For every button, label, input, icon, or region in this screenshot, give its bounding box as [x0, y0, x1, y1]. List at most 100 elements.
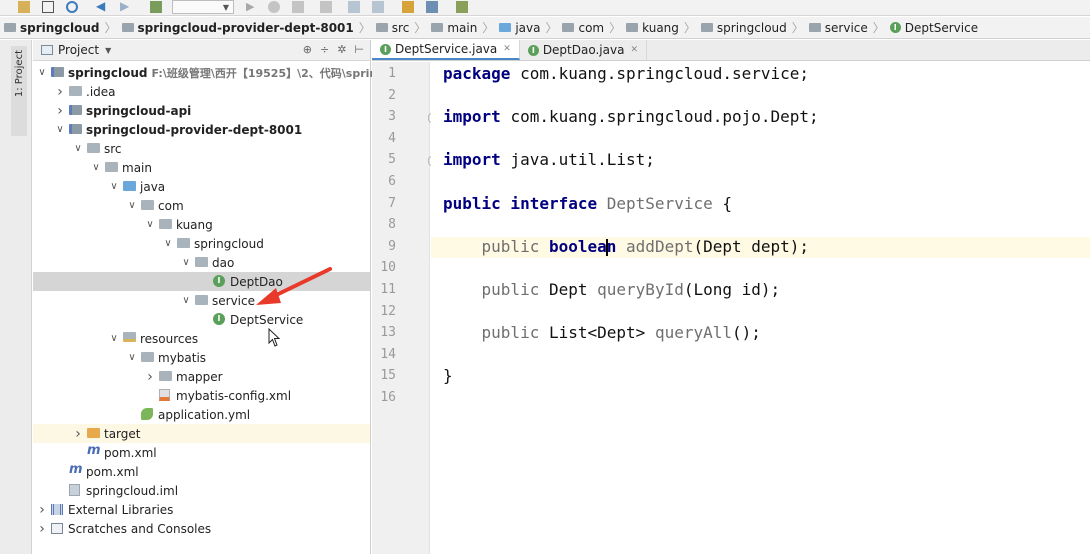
scratches-icon [51, 523, 63, 534]
debug-icon[interactable] [268, 1, 280, 13]
tree-item[interactable]: ∨ src [33, 139, 370, 158]
locate-icon[interactable]: ⊕ [303, 43, 312, 56]
run-icon[interactable]: ▶ [246, 1, 258, 13]
tree-item[interactable]: ∨ mybatis [33, 348, 370, 367]
breadcrumb-label: DeptService [904, 20, 979, 35]
open-icon[interactable] [18, 1, 30, 13]
tree-item[interactable]: ∨ springcloud-provider-dept-8001 [33, 120, 370, 139]
save-icon[interactable] [42, 1, 54, 13]
tree-item[interactable]: ∨ resources [33, 329, 370, 348]
tree-item[interactable]: ∨ java [33, 177, 370, 196]
tree-item[interactable]: › .idea [33, 82, 370, 101]
breadcrumb-item[interactable]: service [808, 21, 868, 35]
line-number: 1 [388, 66, 396, 81]
forward-icon[interactable]: ▶ [120, 0, 132, 13]
module-folder-icon [69, 124, 82, 134]
tree-item[interactable]: I DeptService [33, 310, 370, 329]
libraries-icon [51, 504, 63, 515]
back-icon[interactable]: ◀ [96, 0, 108, 13]
chevron-down-icon[interactable]: ▼ [105, 46, 111, 55]
tree-item[interactable]: › Scratches and Consoles [33, 519, 370, 538]
chevron-right-icon[interactable]: › [37, 521, 47, 537]
chevron-down-icon[interactable]: ∨ [55, 124, 65, 135]
sync-icon[interactable] [66, 1, 78, 13]
vcs-icon[interactable] [402, 1, 414, 13]
tree-item[interactable]: application.yml [33, 405, 370, 424]
structure-icon[interactable] [426, 1, 438, 13]
maven-icon: m [69, 462, 83, 477]
editor-tab[interactable]: I DeptService.java ✕ [372, 40, 520, 60]
breadcrumb-item[interactable]: springcloud-provider-dept-8001 [121, 21, 354, 35]
tree-item[interactable]: ∨ com [33, 196, 370, 215]
tree-item[interactable]: ∨ main [33, 158, 370, 177]
code-token: import [443, 150, 511, 170]
chevron-right-icon[interactable]: › [37, 502, 47, 518]
tree-item[interactable]: m pom.xml [33, 462, 370, 481]
chevron-down-icon[interactable]: ∨ [109, 181, 119, 192]
hide-icon[interactable]: ⊢ [354, 43, 364, 56]
tree-item[interactable]: ∨ springcloud [33, 234, 370, 253]
chevron-down-icon[interactable]: ∨ [127, 200, 137, 211]
chevron-right-icon[interactable]: › [55, 84, 65, 100]
settings-icon[interactable] [372, 1, 384, 13]
folder-icon [159, 219, 172, 229]
chevron-right-icon[interactable]: › [73, 426, 83, 442]
build-icon[interactable] [150, 1, 162, 13]
tree-item-name: springcloud [194, 236, 264, 251]
chevron-down-icon[interactable]: ∨ [145, 219, 155, 230]
folder-icon [159, 371, 172, 381]
package-icon [626, 23, 639, 32]
run-config-select[interactable]: ▼ [172, 0, 234, 14]
breadcrumb-item[interactable]: main [431, 21, 477, 35]
code-line: public List<Dept> queryAll(); [443, 323, 761, 342]
code-line: public interface DeptService { [443, 194, 732, 213]
tree-item[interactable]: mybatis-config.xml [33, 386, 370, 405]
tree-item-label: dao [212, 256, 234, 270]
breadcrumb-item[interactable]: java [499, 21, 540, 35]
tree-item[interactable]: ∨ springcloud F:\班级管理\西开【19525】\2、代码\sprin… [33, 63, 400, 82]
project-view-icon [41, 45, 53, 55]
chevron-right-icon: 〉 [482, 21, 495, 35]
editor-tab[interactable]: I DeptDao.java ✕ [520, 40, 647, 60]
line-number: 14 [380, 346, 396, 362]
close-icon[interactable]: ✕ [630, 45, 638, 55]
interface-icon: I [213, 313, 225, 325]
collapse-icon[interactable]: ÷ [320, 43, 329, 56]
chevron-right-icon[interactable]: › [55, 103, 65, 119]
tree-item[interactable]: ∨ kuang [33, 215, 370, 234]
tree-item[interactable]: springcloud.iml [33, 481, 370, 500]
breadcrumb-item[interactable]: I DeptService [889, 20, 979, 35]
tree-item[interactable]: › target [33, 424, 370, 443]
chevron-down-icon[interactable]: ∨ [181, 257, 191, 268]
coverage-icon[interactable] [292, 1, 304, 13]
close-icon[interactable]: ✕ [503, 44, 511, 54]
code-token: Dept [548, 280, 598, 299]
code-editor[interactable]: package com.kuang.springcloud.service; im… [431, 62, 1090, 554]
tree-item[interactable]: › External Libraries [33, 500, 370, 519]
chevron-right-icon: 〉 [414, 21, 427, 35]
tree-item-name: DeptService [230, 312, 304, 327]
breadcrumb-item[interactable]: springcloud [700, 21, 787, 35]
project-panel-title[interactable]: Project [58, 43, 99, 57]
chevron-down-icon[interactable]: ∨ [163, 238, 173, 249]
chevron-down-icon[interactable]: ∨ [181, 295, 191, 306]
chevron-right-icon: 〉 [545, 21, 558, 35]
breadcrumb-item[interactable]: kuang [626, 21, 679, 35]
breadcrumb-item[interactable]: src [375, 21, 409, 35]
chevron-down-icon[interactable]: ∨ [109, 333, 119, 344]
chevron-down-icon[interactable]: ∨ [127, 352, 137, 363]
chevron-down-icon[interactable]: ∨ [91, 162, 101, 173]
tree-item[interactable]: › springcloud-api [33, 101, 370, 120]
tree-item[interactable]: m pom.xml [33, 443, 370, 462]
gear-icon[interactable]: ✲ [337, 43, 346, 56]
stop-icon[interactable] [320, 1, 332, 13]
breadcrumb-item[interactable]: com [562, 21, 604, 35]
code-line: import java.util.List; [443, 150, 655, 169]
deploy-icon[interactable] [456, 1, 468, 13]
chevron-down-icon[interactable]: ∨ [73, 143, 83, 154]
chevron-right-icon[interactable]: › [145, 369, 155, 385]
chevron-down-icon[interactable]: ∨ [37, 67, 47, 78]
project-structure-icon[interactable] [348, 1, 360, 13]
tree-item[interactable]: › mapper [33, 367, 370, 386]
breadcrumb-item[interactable]: springcloud [4, 21, 100, 35]
